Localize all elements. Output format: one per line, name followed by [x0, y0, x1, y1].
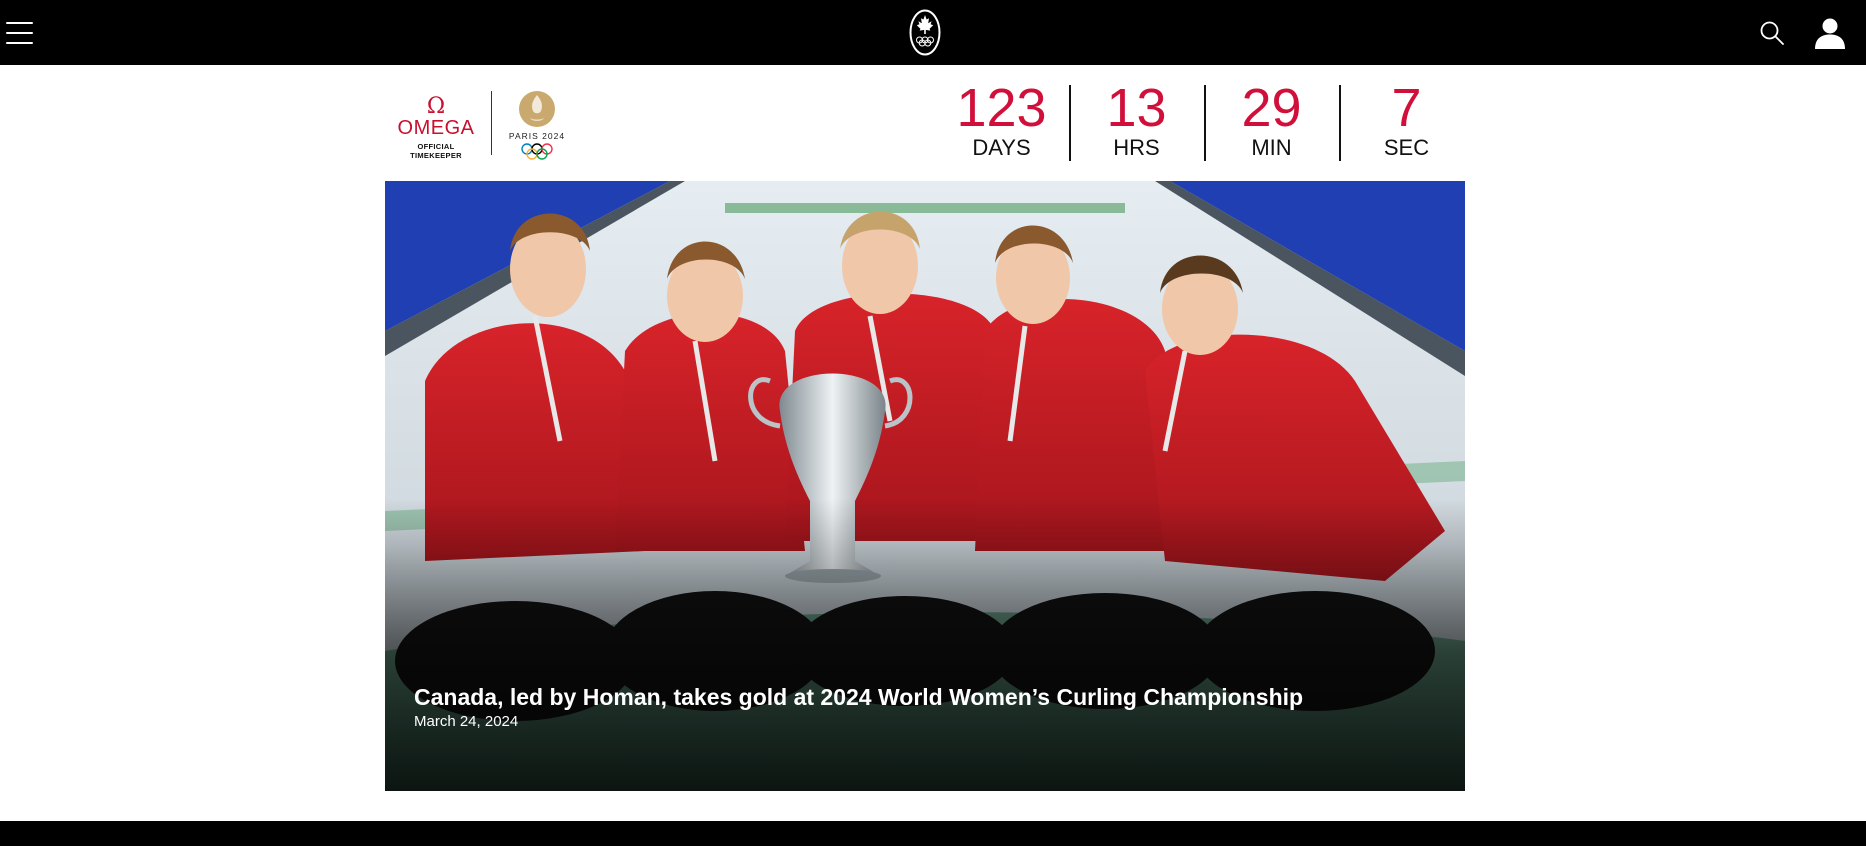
omega-logo: Ω OMEGA OFFICIAL TIMEKEEPER: [394, 94, 478, 161]
countdown-seconds-value: 7: [1391, 78, 1422, 138]
paris-2024-logo: PARIS 2024: [502, 87, 572, 162]
omega-symbol: Ω: [426, 94, 446, 119]
countdown-seconds-label: SEC: [1383, 135, 1430, 160]
hero-story-card[interactable]: Canada, led by Homan, takes gold at 2024…: [385, 181, 1465, 791]
hero-date: March 24, 2024: [414, 713, 519, 730]
countdown-hours-value: 13: [1106, 78, 1167, 138]
hamburger-menu-icon[interactable]: [6, 22, 33, 44]
countdown-hours: 13 HRS: [1069, 80, 1204, 162]
countdown-minutes: 29 MIN: [1204, 80, 1339, 162]
paris-2024-text: PARIS 2024: [508, 131, 566, 141]
paris-flame-emblem-icon: [519, 91, 555, 127]
countdown-days: 123 DAYS: [934, 80, 1069, 162]
user-account-icon[interactable]: [1813, 16, 1847, 50]
sponsor-divider: [491, 91, 492, 155]
countdown-minutes-label: MIN: [1251, 135, 1292, 160]
olympics-countdown: 123 DAYS 13 HRS 29 MIN 7 SEC: [934, 80, 1474, 162]
team-canada-logo-icon[interactable]: [909, 9, 941, 56]
omega-tagline: OFFICIAL TIMEKEEPER: [410, 142, 462, 160]
top-navigation-bar: [0, 0, 1866, 65]
sponsor-lockup: Ω OMEGA OFFICIAL TIMEKEEPER PARIS 2024: [394, 87, 584, 162]
countdown-days-value: 123: [956, 78, 1047, 138]
countdown-hours-label: HRS: [1113, 135, 1160, 160]
countdown-minutes-value: 29: [1241, 78, 1302, 138]
countdown-seconds: 7 SEC: [1339, 80, 1474, 162]
olympic-rings-icon: [521, 143, 553, 160]
hero-headline[interactable]: Canada, led by Homan, takes gold at 2024…: [414, 682, 1444, 712]
omega-wordmark: OMEGA: [397, 117, 475, 139]
hero-caption: Canada, led by Homan, takes gold at 2024…: [414, 682, 1444, 732]
search-icon[interactable]: [1759, 20, 1785, 46]
footer-band: [0, 821, 1866, 846]
countdown-days-label: DAYS: [972, 135, 1031, 160]
